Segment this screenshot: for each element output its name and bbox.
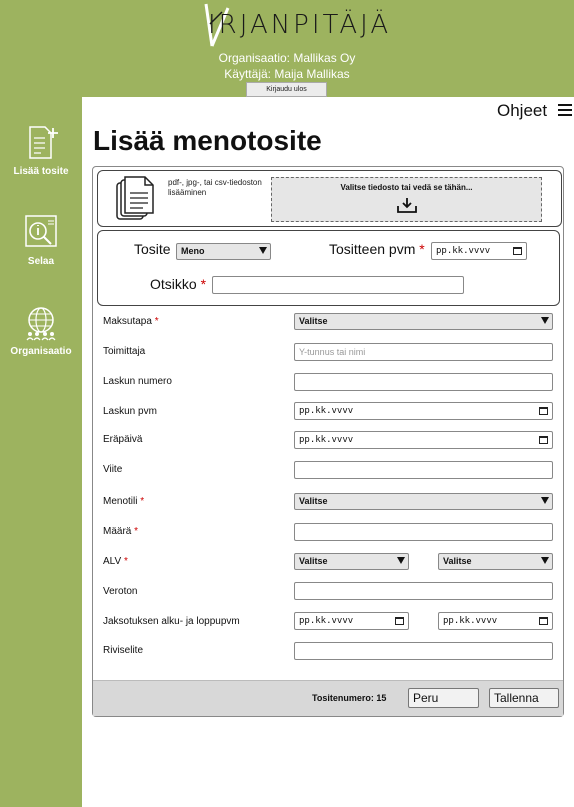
laskupvm-input[interactable]: pp.kk.vvvv xyxy=(294,402,553,420)
sidebar-item-organization[interactable]: Organisaatio xyxy=(0,304,82,357)
date-value: pp.kk.vvvv xyxy=(299,406,354,416)
label-text: Menotili xyxy=(103,496,138,507)
logout-button[interactable]: Kirjaudu ulos xyxy=(246,82,327,97)
label-text: ALV xyxy=(103,556,122,567)
sidebar-item-add-voucher[interactable]: Lisää tosite xyxy=(0,124,82,177)
jaksotus-label: Jaksotuksen alku- ja loppupvm xyxy=(103,616,240,627)
user-text: Käyttäjä: Maija Mallikas xyxy=(224,67,350,81)
sidebar: Lisää tosite Selaa Organisaatio xyxy=(0,97,82,807)
jaksotus-end-input[interactable]: pp.kk.vvvv xyxy=(438,612,553,630)
menu-icon[interactable] xyxy=(558,104,572,116)
calendar-icon[interactable] xyxy=(513,247,522,255)
date-value: pp.kk.vvvv xyxy=(436,246,491,256)
documents-icon xyxy=(116,176,154,220)
app-header: IRJANPITÄJÄ Organisaatio: Mallikas Oy Kä… xyxy=(0,0,574,97)
calendar-icon[interactable] xyxy=(539,436,548,444)
label-text: Tositteen pvm xyxy=(329,241,416,257)
organization-icon xyxy=(26,307,56,341)
tosite-select[interactable]: Meno xyxy=(176,243,271,260)
cancel-button[interactable]: Peru xyxy=(408,688,479,708)
select-value: Valitse xyxy=(299,496,328,506)
required-mark: * xyxy=(419,241,425,257)
menotili-label: Menotili * xyxy=(103,496,144,507)
required-mark: * xyxy=(154,316,159,327)
sidebar-item-browse[interactable]: Selaa xyxy=(0,212,82,267)
voucher-date-label: Tositteen pvm * xyxy=(329,241,425,257)
sidebar-item-label: Lisää tosite xyxy=(13,166,69,177)
alv-label: ALV * xyxy=(103,556,128,567)
title-label: Otsikko * xyxy=(150,276,206,292)
calendar-icon[interactable] xyxy=(395,617,404,625)
erapaiva-input[interactable]: pp.kk.vvvv xyxy=(294,431,553,449)
select-value: Valitse xyxy=(443,556,472,566)
jaksotus-start-input[interactable]: pp.kk.vvvv xyxy=(294,612,409,630)
required-mark: * xyxy=(140,496,145,507)
voucher-number: Tositenumero: 15 xyxy=(312,693,387,703)
app-logo: IRJANPITÄJÄ xyxy=(208,10,392,40)
voucher-date-input[interactable]: pp.kk.vvvv xyxy=(431,242,527,260)
menotili-select[interactable]: Valitse xyxy=(294,493,553,510)
required-mark: * xyxy=(134,526,139,537)
required-mark: * xyxy=(200,276,207,292)
maara-label: Määrä * xyxy=(103,526,138,537)
riviselite-input[interactable] xyxy=(294,642,553,660)
maksutapa-select[interactable]: Valitse xyxy=(294,313,553,330)
label-text: Otsikko xyxy=(150,276,197,292)
file-dropzone[interactable]: Valitse tiedosto tai vedä se tähän... xyxy=(271,177,542,222)
date-value: pp.kk.vvvv xyxy=(299,435,354,445)
chevron-down-icon xyxy=(397,557,405,564)
organization-text: Organisaatio: Mallikas Oy xyxy=(218,51,356,65)
calendar-icon[interactable] xyxy=(539,407,548,415)
sidebar-item-label: Selaa xyxy=(27,256,55,267)
veroton-label: Veroton xyxy=(103,586,138,597)
select-value: Valitse xyxy=(299,556,328,566)
label-text: Määrä xyxy=(103,526,132,537)
help-link[interactable]: Ohjeet xyxy=(497,101,547,121)
viite-input[interactable] xyxy=(294,461,553,479)
title-input[interactable] xyxy=(212,276,464,294)
browse-info-icon xyxy=(25,215,57,247)
select-value: Valitse xyxy=(299,316,328,326)
save-button[interactable]: Tallenna xyxy=(489,688,559,708)
sidebar-item-label: Organisaatio xyxy=(10,346,72,357)
riviselite-label: Riviselite xyxy=(103,645,144,656)
page-title: Lisää menotosite xyxy=(93,125,322,156)
dropzone-label: Valitse tiedosto tai vedä se tähän... xyxy=(340,183,473,192)
maksutapa-label: Maksutapa * xyxy=(103,316,159,327)
laskunumero-input[interactable] xyxy=(294,373,553,391)
select-value: Meno xyxy=(181,246,205,256)
date-value: pp.kk.vvvv xyxy=(443,616,498,626)
veroton-input[interactable] xyxy=(294,582,553,600)
toimittaja-label: Toimittaja xyxy=(103,346,146,357)
chevron-down-icon xyxy=(541,557,549,564)
date-value: pp.kk.vvvv xyxy=(299,616,354,626)
maara-input[interactable] xyxy=(294,523,553,541)
label-text: Maksutapa xyxy=(103,316,152,327)
laskunumero-label: Laskun numero xyxy=(103,376,172,387)
alv-select-1[interactable]: Valitse xyxy=(294,553,409,570)
chevron-down-icon xyxy=(259,247,267,254)
chevron-down-icon xyxy=(541,317,549,324)
toimittaja-input[interactable]: Y-tunnus tai nimi xyxy=(294,343,553,361)
alv-select-2[interactable]: Valitse xyxy=(438,553,553,570)
viite-label: Viite xyxy=(103,464,123,475)
add-document-icon xyxy=(29,126,58,159)
upload-hint: pdf-, jpg-, tai csv-tiedoston lisääminen xyxy=(168,178,262,197)
upload-icon xyxy=(396,198,417,213)
calendar-icon[interactable] xyxy=(539,617,548,625)
erapaiva-label: Eräpäivä xyxy=(103,434,143,445)
chevron-down-icon xyxy=(541,497,549,504)
laskupvm-label: Laskun pvm xyxy=(103,406,157,417)
tosite-label: Tosite xyxy=(134,241,171,257)
required-mark: * xyxy=(123,556,128,567)
